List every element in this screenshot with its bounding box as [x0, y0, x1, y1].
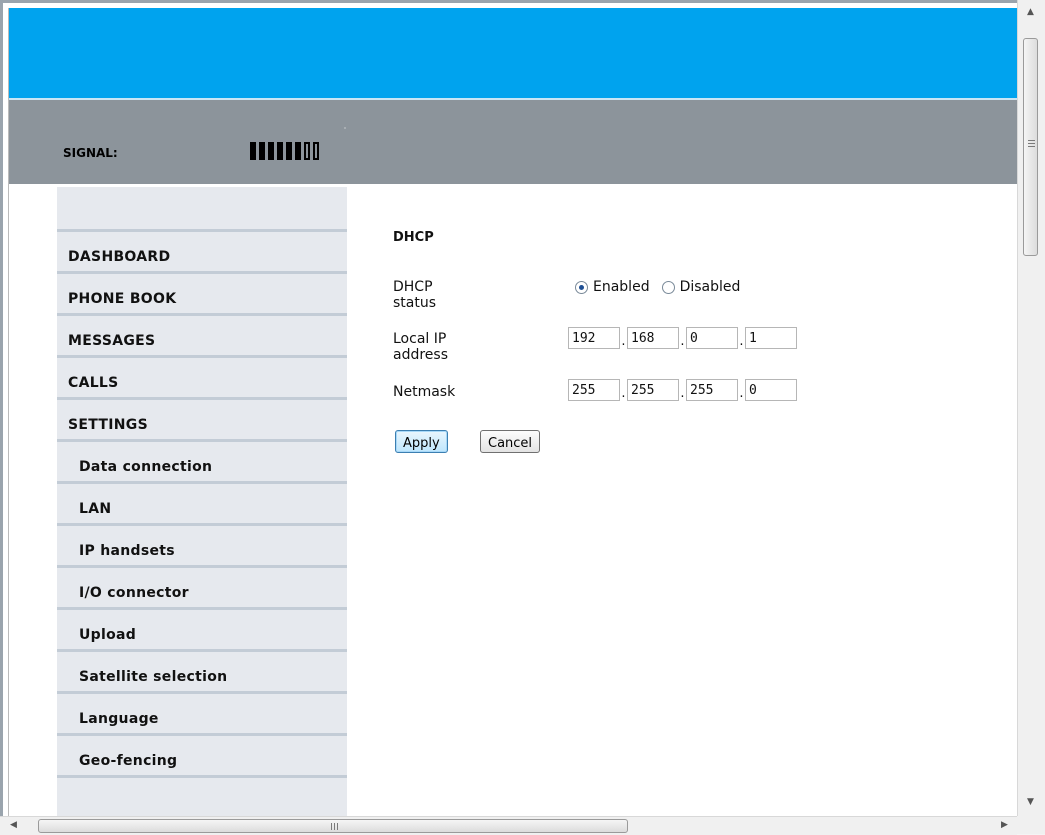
status-dot — [344, 127, 346, 129]
sidebar-item-messages[interactable]: MESSAGES — [57, 316, 347, 358]
dhcp-enabled-radio[interactable] — [575, 280, 588, 294]
sidebar-item-data-connection[interactable]: Data connection — [57, 442, 347, 484]
vertical-scroll-thumb[interactable] — [1023, 38, 1038, 256]
signal-bar-filled — [295, 142, 301, 160]
netmask-label: Netmask — [393, 384, 456, 400]
ip-separator: . — [621, 333, 626, 349]
vertical-scrollbar[interactable]: ▲ ▼ — [1017, 0, 1045, 816]
local-ip-label: Local IP address — [393, 331, 449, 363]
section-title: DHCP — [393, 230, 434, 245]
horizontal-scroll-thumb[interactable] — [38, 819, 628, 833]
signal-bar-filled — [268, 142, 274, 160]
top-banner — [9, 8, 1017, 100]
grip-icon — [1028, 140, 1035, 149]
sidebar-item-geo-fencing[interactable]: Geo-fencing — [57, 736, 347, 778]
ip-separator: . — [680, 385, 685, 401]
sidebar-item-satellite-selection[interactable]: Satellite selection — [57, 652, 347, 694]
sidebar-item-dashboard[interactable]: DASHBOARD — [57, 232, 347, 274]
netmask-octet-3-input[interactable]: 255 — [686, 379, 738, 401]
sidebar-item-calls[interactable]: CALLS — [57, 358, 347, 400]
status-bar: SIGNAL: — [9, 100, 1017, 184]
horizontal-scrollbar[interactable]: ◀ ▶ — [0, 816, 1017, 835]
local-ip-octet-4-input[interactable]: 1 — [745, 327, 797, 349]
scroll-up-arrow-icon[interactable]: ▲ — [1027, 8, 1034, 17]
grip-icon — [331, 823, 338, 830]
ip-separator: . — [739, 385, 744, 401]
dhcp-status-radio-group: Enabled Disabled — [575, 279, 752, 295]
sidebar-item-phone-book[interactable]: PHONE BOOK — [57, 274, 347, 316]
scroll-left-arrow-icon[interactable]: ◀ — [10, 821, 17, 830]
signal-bar-filled — [286, 142, 292, 160]
dhcp-disabled-label[interactable]: Disabled — [680, 279, 741, 295]
sidebar-item-settings[interactable]: SETTINGS — [57, 400, 347, 442]
ip-separator: . — [739, 333, 744, 349]
sidebar-item-language[interactable]: Language — [57, 694, 347, 736]
ip-separator: . — [621, 385, 626, 401]
sidebar-item-upload[interactable]: Upload — [57, 610, 347, 652]
dhcp-enabled-label[interactable]: Enabled — [593, 279, 650, 295]
scroll-down-arrow-icon[interactable]: ▼ — [1027, 798, 1034, 807]
signal-strength-indicator — [250, 142, 319, 160]
netmask-octet-4-input[interactable]: 0 — [745, 379, 797, 401]
netmask-octet-1-input[interactable]: 255 — [568, 379, 620, 401]
local-ip-octet-1-input[interactable]: 192 — [568, 327, 620, 349]
cancel-button[interactable]: Cancel — [480, 430, 541, 453]
sidebar-menu: DASHBOARD PHONE BOOK MESSAGES CALLS SETTINGS… — [57, 187, 347, 827]
apply-button[interactable]: Apply — [395, 430, 448, 453]
dhcp-disabled-radio[interactable] — [661, 280, 675, 294]
signal-bar-empty — [313, 142, 319, 160]
scroll-right-arrow-icon[interactable]: ▶ — [1001, 821, 1008, 830]
sidebar-header-spacer — [57, 187, 347, 232]
signal-bar-empty — [304, 142, 310, 160]
signal-bar-filled — [277, 142, 283, 160]
dhcp-status-label: DHCP status — [393, 279, 437, 311]
signal-bar-filled — [259, 142, 265, 160]
ip-separator: . — [680, 333, 685, 349]
netmask-octet-2-input[interactable]: 255 — [627, 379, 679, 401]
local-ip-octet-2-input[interactable]: 168 — [627, 327, 679, 349]
scrollbar-corner — [1017, 816, 1045, 834]
sidebar-item-ip-handsets[interactable]: IP handsets — [57, 526, 347, 568]
signal-bar-filled — [250, 142, 256, 160]
local-ip-octet-3-input[interactable]: 0 — [686, 327, 738, 349]
local-ip-input-group: 192 . 168 . 0 . 1 — [568, 327, 797, 349]
sidebar-item-lan[interactable]: LAN — [57, 484, 347, 526]
netmask-input-group: 255 . 255 . 255 . 0 — [568, 379, 797, 401]
signal-label: SIGNAL: — [63, 146, 118, 160]
sidebar-item-i-o-connector[interactable]: I/O connector — [57, 568, 347, 610]
